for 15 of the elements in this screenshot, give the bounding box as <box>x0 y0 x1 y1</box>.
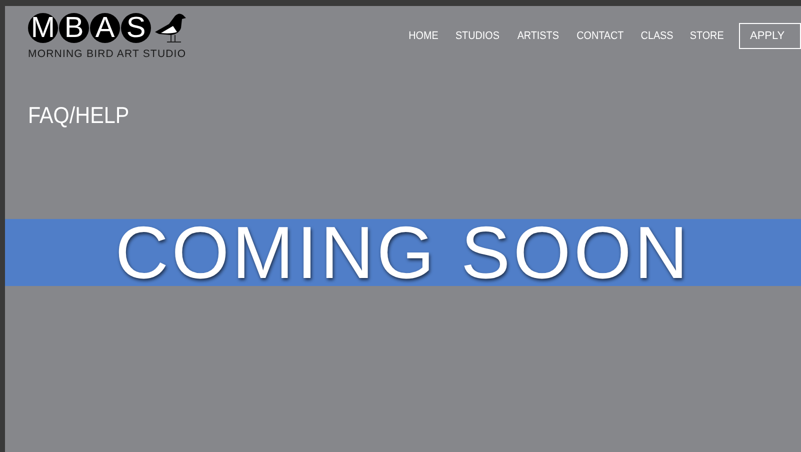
page-title: FAQ/HELP <box>28 102 130 129</box>
logo-tagline: MORNING BIRD ART STUDIO <box>28 48 187 60</box>
nav-link[interactable]: CONTACT <box>576 30 624 42</box>
nav-link[interactable]: CLASS <box>641 30 674 42</box>
logo-letter: M <box>28 13 58 43</box>
bird-icon <box>153 12 187 44</box>
coming-soon-banner: COMING SOON <box>5 219 801 286</box>
apply-button[interactable]: APPLY <box>739 23 801 49</box>
nav-link[interactable]: HOME <box>408 30 438 42</box>
logo-letter: B <box>59 13 89 43</box>
nav-link[interactable]: STORE <box>690 30 724 42</box>
logo-letter: A <box>90 13 120 43</box>
logo-letter: S <box>121 13 151 43</box>
nav-link[interactable]: STUDIOS <box>455 30 500 42</box>
nav-link[interactable]: ARTISTS <box>516 30 559 42</box>
